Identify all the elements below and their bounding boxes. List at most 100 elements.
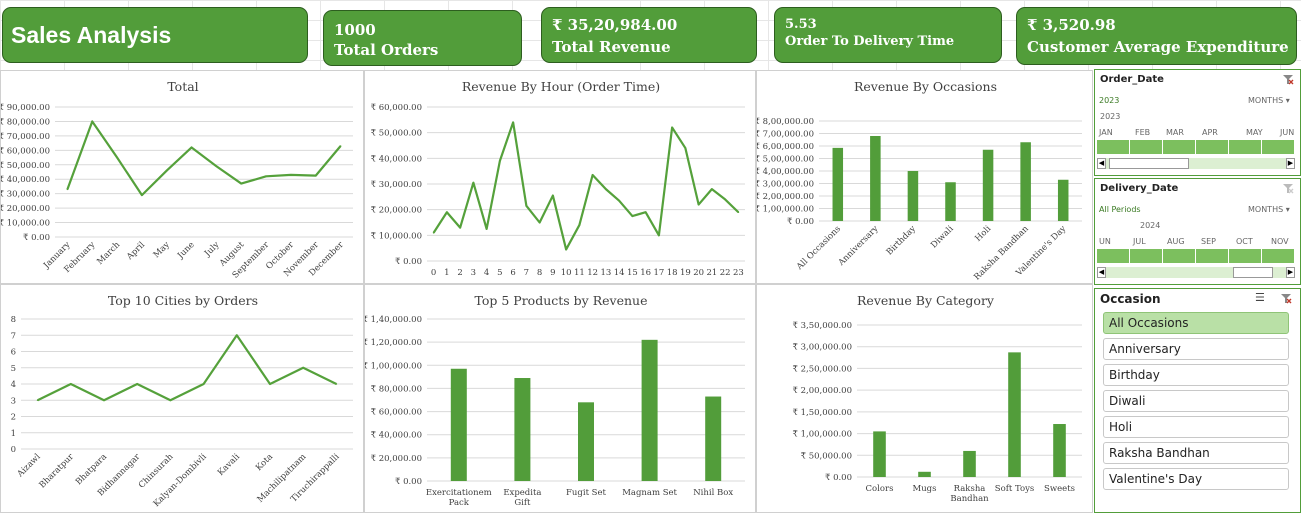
month-label: AUG — [1167, 237, 1185, 246]
x-tick-label: Kavali — [216, 452, 242, 478]
data-point — [302, 366, 305, 369]
data-point — [265, 175, 267, 178]
chart-svg: Total ₹ 0.00 ₹ 10,000.00 ₹ 20,000.00 ₹ 30,00… — [1, 79, 353, 281]
timeline-year: 2024 — [1140, 221, 1161, 230]
data-point — [141, 194, 143, 196]
kpi-label: Order To Delivery Time — [785, 34, 955, 49]
chart-svg: Revenue By Hour (Order Time) ₹ 0.00 ₹ 10,0… — [371, 79, 745, 278]
data-point — [269, 383, 271, 385]
kpi-label: Total Revenue — [552, 38, 671, 56]
bar — [578, 402, 594, 481]
y-tick-label: ₹ 40,000.00 — [1, 175, 50, 185]
chart-revenue-by-hour[interactable]: Revenue By Hour (Order Time) ₹ 0.00 ₹ 10,0… — [364, 70, 756, 284]
chart-revenue-by-category[interactable]: Revenue By Category ₹ 0.00 ₹ 50,000.00 ₹ 1,… — [756, 284, 1093, 513]
y-tick-label: ₹ 1,50,000.00 — [793, 408, 852, 418]
x-tick-label: 1 — [444, 268, 449, 278]
dashboard-title: Sales Analysis — [11, 22, 172, 48]
chart-total[interactable]: Total ₹ 0.00 ₹ 10,000.00 ₹ 20,000.00 ₹ 30,00… — [0, 70, 364, 284]
x-tick-label: Pack — [449, 498, 470, 508]
delivery-date-slicer[interactable]: Delivery_Date All Periods MONTHS ▾ 2024 … — [1094, 178, 1301, 285]
data-point — [432, 231, 435, 234]
clear-filter-icon[interactable] — [1283, 75, 1294, 85]
x-tick-label: Bharatpur — [38, 451, 77, 490]
occasion-option[interactable]: Birthday — [1103, 364, 1289, 386]
scroll-thumb[interactable] — [1109, 158, 1189, 169]
chart-top-products[interactable]: Top 5 Products by Revenue ₹ 0.00 ₹ 20,000.… — [364, 284, 756, 513]
data-point — [459, 226, 461, 229]
y-tick-label: ₹ 0.00 — [825, 473, 852, 483]
occasion-option[interactable]: Diwali — [1103, 390, 1289, 412]
data-point — [472, 181, 475, 184]
y-tick-label: ₹ 6,00,000.00 — [757, 142, 814, 152]
y-tick-label: ₹ 60,000.00 — [1, 146, 50, 156]
month-label: FEB — [1135, 128, 1151, 137]
month-label: APR — [1202, 128, 1218, 137]
kpi-total-revenue: ₹ 35,20,984.00 Total Revenue — [541, 7, 757, 63]
x-tick-label: Aizawl — [15, 452, 43, 480]
bar — [907, 171, 919, 221]
data-point — [446, 211, 448, 214]
timeline-level[interactable]: MONTHS ▾ — [1248, 205, 1290, 214]
kpi-value: 5.53 — [785, 17, 817, 32]
occasion-slicer[interactable]: Occasion ☰ All Occasions Anniversary Bir… — [1094, 288, 1301, 513]
data-point — [66, 188, 69, 191]
data-point — [215, 165, 218, 168]
timeline-bar[interactable] — [1097, 249, 1295, 263]
bar — [1020, 142, 1031, 221]
y-tick-label: ₹ 30,000.00 — [371, 180, 422, 190]
x-tick-label: Gift — [514, 498, 531, 508]
month-label: JUN — [1280, 128, 1295, 137]
scroll-thumb[interactable] — [1233, 267, 1273, 278]
x-tick-label: 18 — [667, 268, 678, 278]
timeline-level[interactable]: MONTHS ▾ — [1248, 96, 1290, 105]
occasion-option[interactable]: Anniversary — [1103, 338, 1289, 360]
data-point — [36, 399, 39, 402]
timeline-scrollbar[interactable]: ◀ ▶ — [1097, 267, 1295, 278]
y-tick-label: ₹ 20,000.00 — [371, 206, 422, 216]
x-tick-label: Sweets — [1044, 484, 1075, 494]
y-tick-label: 7 — [11, 331, 16, 341]
data-point — [552, 194, 554, 197]
y-tick-label: ₹ 20,000.00 — [1, 204, 50, 214]
occasion-option[interactable]: Raksha Bandhan — [1103, 442, 1289, 464]
scroll-right-icon[interactable]: ▶ — [1286, 267, 1295, 278]
x-tick-label: 10 — [561, 268, 572, 278]
chart-title: Revenue By Category — [857, 293, 995, 308]
bar — [963, 450, 976, 477]
order-date-slicer[interactable]: Order_Date 2023 MONTHS ▾ 2023 JAN FEB MA… — [1094, 69, 1301, 176]
clear-filter-icon[interactable] — [1281, 294, 1292, 304]
bar — [641, 339, 658, 481]
timeline-scrollbar[interactable]: ◀ ▶ — [1097, 158, 1295, 169]
occasion-option[interactable]: Holi — [1103, 416, 1289, 438]
clear-filter-icon[interactable] — [1283, 184, 1294, 194]
occasion-option-all[interactable]: All Occasions — [1103, 312, 1289, 334]
x-tick-label: 19 — [680, 268, 691, 278]
y-tick-label: ₹ 3,00,000.00 — [793, 343, 852, 353]
data-point — [631, 215, 634, 217]
x-tick-label: 23 — [733, 268, 744, 278]
y-tick-label: ₹ 20,000.00 — [371, 454, 422, 464]
x-tick-label: May — [152, 240, 172, 260]
scroll-left-icon[interactable]: ◀ — [1097, 158, 1106, 169]
month-label: SEP — [1201, 237, 1216, 246]
chart-top-cities[interactable]: Top 10 Cities by Orders 0 1 2 3 4 5 6 7 8 Aizawl Bh… — [0, 284, 364, 513]
kpi-value: ₹ 35,20,984.00 — [552, 16, 678, 34]
data-point — [485, 228, 488, 230]
x-tick-label: 22 — [720, 268, 731, 278]
y-tick-label: ₹ 60,000.00 — [371, 103, 422, 113]
y-tick-label: ₹ 40,000.00 — [371, 154, 422, 164]
scroll-right-icon[interactable]: ▶ — [1286, 158, 1295, 169]
y-tick-label: 4 — [11, 380, 16, 390]
y-tick-label: ₹ 50,000.00 — [1, 161, 50, 171]
scroll-left-icon[interactable]: ◀ — [1097, 267, 1106, 278]
x-tick-label: Soft Toys — [995, 484, 1035, 494]
bar — [450, 368, 467, 481]
chart-revenue-by-occasions[interactable]: Revenue By Occasions ₹ 0.00 ₹ 1,00,000.00 ₹… — [756, 70, 1093, 284]
y-tick-label: ₹ 1,00,000.00 — [757, 205, 814, 215]
occasion-option[interactable]: Valentine's Day — [1103, 468, 1289, 490]
x-tick-label: Raksha — [954, 484, 986, 494]
month-label: MAY — [1246, 128, 1263, 137]
multi-select-icon[interactable]: ☰ — [1255, 291, 1265, 304]
timeline-bar[interactable] — [1097, 140, 1295, 154]
y-tick-label: ₹ 3,00,000.00 — [757, 180, 814, 190]
